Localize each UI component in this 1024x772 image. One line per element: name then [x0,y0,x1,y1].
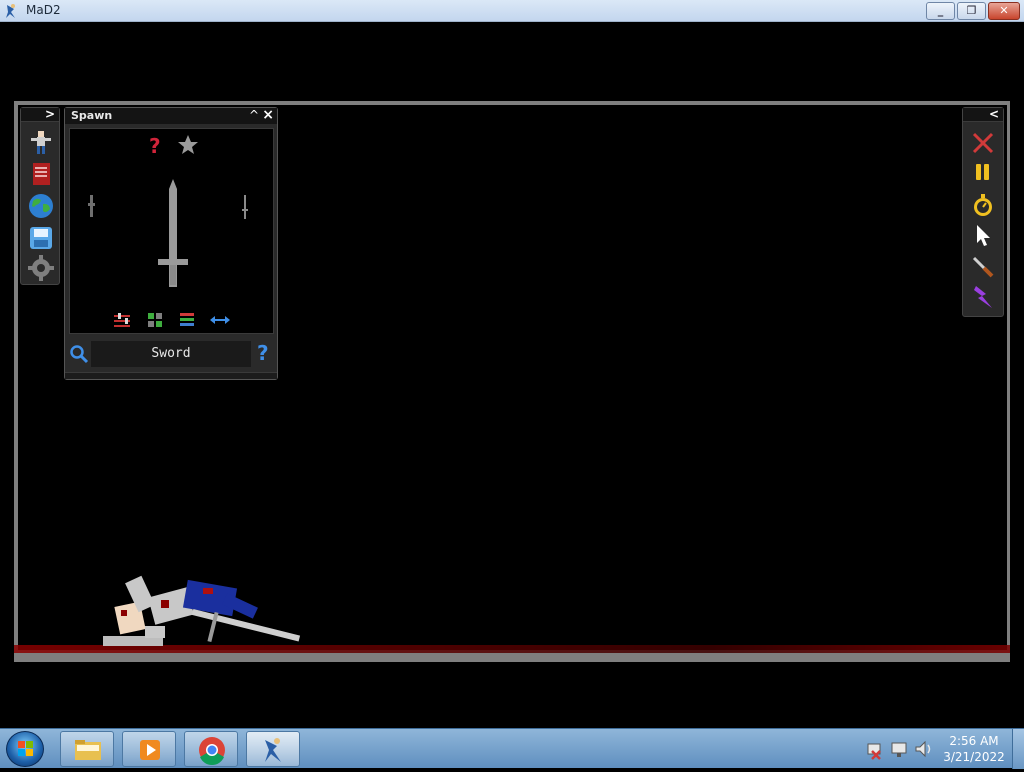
svg-text:?: ? [149,134,161,158]
media-player-button[interactable] [122,731,176,767]
spawn-panel: Spawn ^ × ? Sword ? [64,107,278,380]
chevron-left-icon[interactable]: < [989,107,999,121]
spawn-search-bar: Sword ? [65,338,277,370]
grid-icon[interactable] [148,313,162,327]
sliders-icon[interactable] [114,313,130,327]
monitor-icon[interactable] [891,742,907,757]
file-explorer-button[interactable] [60,731,114,767]
ragdoll-scene[interactable] [95,570,305,652]
book-icon[interactable] [27,160,55,188]
search-input[interactable]: Sword [91,341,251,367]
spawn-preview-canvas: ? [88,134,248,327]
chevron-up-icon[interactable]: ^ [249,108,259,122]
swap-arrows-icon[interactable] [210,316,230,324]
delete-x-icon[interactable] [970,130,996,156]
file-explorer-icon [75,740,101,760]
spawn-panel-footer [65,372,277,379]
question-icon[interactable]: ? [149,134,161,158]
minimize-icon: _ [937,4,944,17]
maximize-button[interactable]: ❐ [957,2,986,20]
spawn-preview: ? [69,128,274,334]
list-icon[interactable] [180,313,194,326]
right-toolbar: < [962,107,1004,317]
lightning-icon[interactable] [970,284,996,310]
close-icon: ✕ [999,4,1009,17]
save-icon[interactable] [27,224,55,252]
star-icon[interactable] [178,135,198,154]
close-window-button[interactable]: ✕ [988,2,1020,20]
character-icon[interactable] [27,128,55,156]
stopwatch-icon[interactable] [970,192,996,218]
network-x-icon[interactable] [867,743,881,760]
chrome-icon [199,737,225,765]
spawn-panel-title: Spawn [71,109,113,122]
window-title: MaD2 [26,3,61,17]
mad2-app-icon [265,738,281,762]
taskbar-clock[interactable]: 2:56 AM 3/21/2022 [940,733,1008,767]
tray-icons [867,740,931,760]
window-titlebar[interactable]: MaD2 _ ❐ ✕ [0,0,1024,22]
system-tray [862,731,942,767]
mad2-app-icon [6,4,15,18]
windows-start-orb[interactable] [6,731,44,767]
search-icon[interactable] [69,344,89,364]
cursor-icon[interactable] [970,222,996,248]
clock-time: 2:56 AM [949,734,999,748]
close-icon[interactable]: × [262,107,274,123]
globe-icon[interactable] [27,192,55,220]
windows-logo-icon [18,741,33,756]
spawn-panel-header[interactable]: Spawn ^ × [65,107,277,124]
chrome-button[interactable] [184,731,238,767]
knife-icon[interactable] [970,254,996,280]
dagger-small-icon[interactable] [88,195,95,217]
show-desktop-button[interactable] [1012,729,1024,769]
help-button[interactable]: ? [257,342,273,364]
needle-icon[interactable] [242,195,248,219]
sword-icon[interactable] [158,179,188,287]
mad2-taskbar-button[interactable] [246,731,300,767]
left-toolbar: > [20,107,60,285]
left-toolbar-header[interactable]: > [21,107,59,122]
volume-icon[interactable] [915,740,931,758]
chevron-right-icon[interactable]: > [45,107,55,121]
pause-icon[interactable] [970,160,996,186]
maximize-icon: ❐ [966,4,977,17]
right-toolbar-header[interactable]: < [963,107,1003,122]
ragdoll-character[interactable] [103,575,258,646]
media-player-icon [140,740,160,760]
minimize-button[interactable]: _ [926,2,955,20]
gear-icon[interactable] [27,254,55,282]
clock-date: 3/21/2022 [943,750,1005,764]
taskbar: 2:56 AM 3/21/2022 [0,728,1024,769]
